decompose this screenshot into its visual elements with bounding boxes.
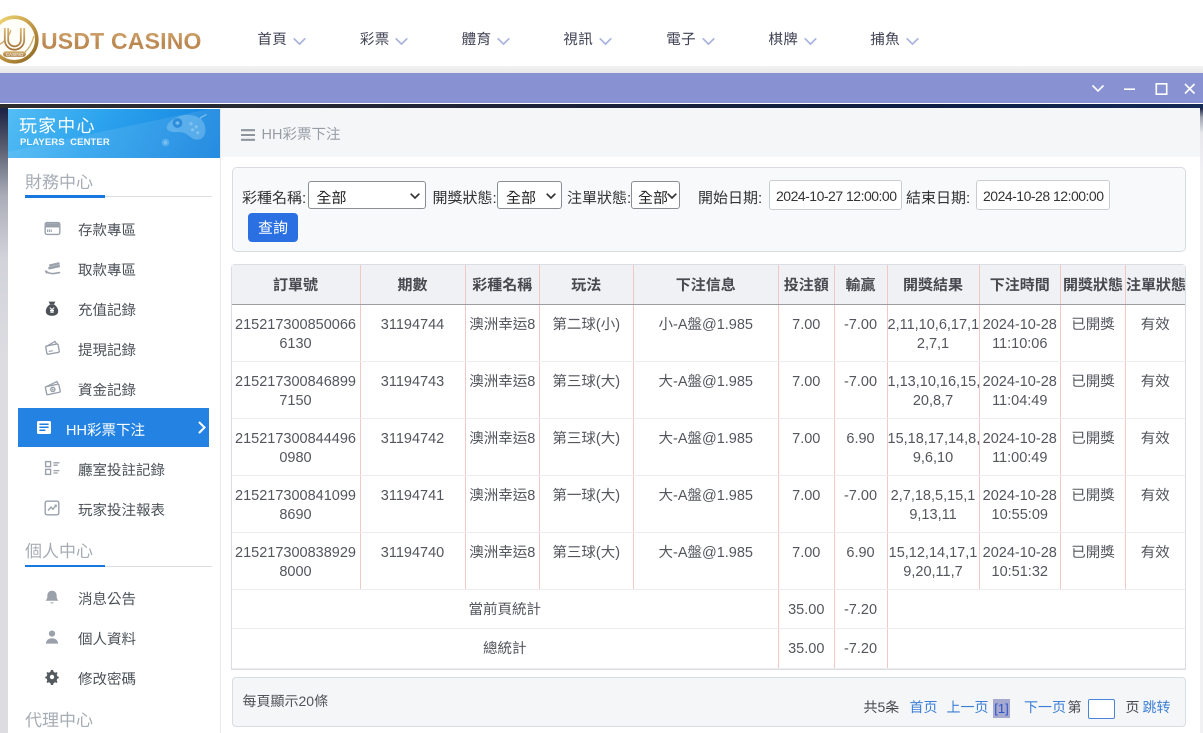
svg-text:CASINO: CASINO (6, 52, 24, 57)
